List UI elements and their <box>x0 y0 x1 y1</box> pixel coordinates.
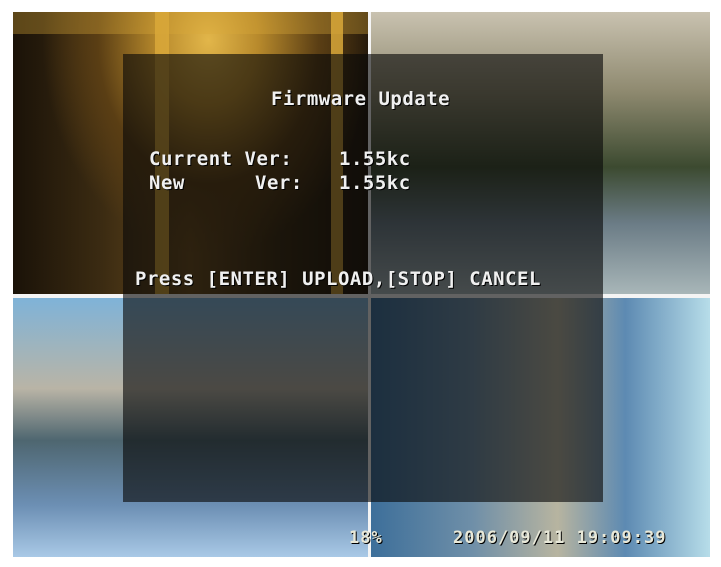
new-version-value: 1.55kc <box>339 172 411 194</box>
dialog-title: Firmware Update <box>271 88 451 110</box>
current-version-label: Current Ver: <box>149 148 293 170</box>
upload-cancel-prompt: Press [ENTER] UPLOAD,[STOP] CANCEL <box>135 268 541 290</box>
current-version-value: 1.55kc <box>339 148 411 170</box>
datetime-stamp: 2006/09/11 19:09:39 <box>453 528 667 548</box>
upload-progress-text: 18% <box>349 528 383 548</box>
new-version-label: New <box>149 172 185 194</box>
dvr-monitor-screen: Firmware Update Current Ver: 1.55kc New … <box>13 12 710 557</box>
new-version-label-suffix: Ver: <box>255 172 303 194</box>
lobby-ceiling <box>13 12 368 34</box>
firmware-update-dialog: Firmware Update Current Ver: 1.55kc New … <box>123 54 603 502</box>
